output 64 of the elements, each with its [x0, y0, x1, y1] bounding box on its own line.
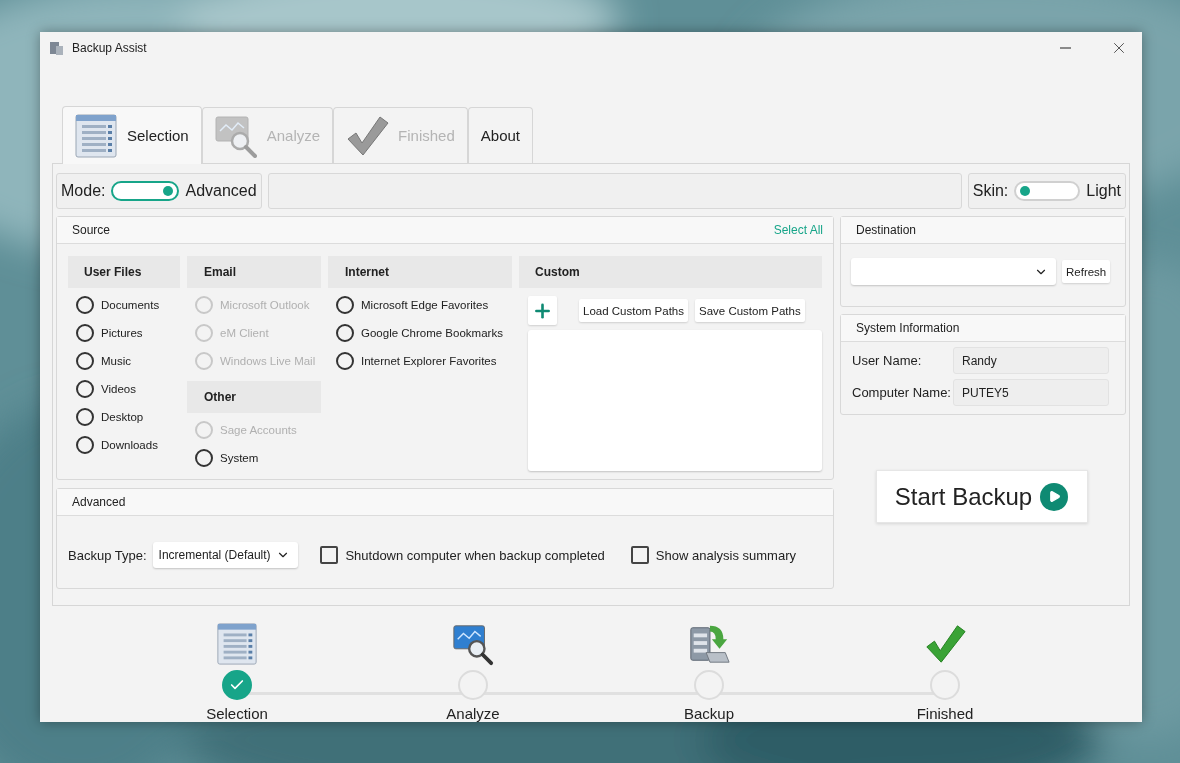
- radio-button[interactable]: [76, 324, 94, 343]
- field-label: Computer Name:: [852, 385, 952, 401]
- group-header: Internet: [328, 256, 512, 289]
- radio-button[interactable]: [76, 436, 94, 455]
- field-label: User Name:: [852, 353, 923, 369]
- checkmark-icon: [923, 622, 967, 666]
- radio-option[interactable]: Desktop: [68, 403, 180, 432]
- radio-button[interactable]: [76, 296, 94, 315]
- custom-paths-button[interactable]: Load Custom Paths: [579, 299, 688, 323]
- panel-title: Destination: [856, 223, 917, 238]
- checkbox-label: Shutdown computer when backup completed: [345, 547, 605, 563]
- step-label: Backup: [683, 705, 734, 722]
- radio-button[interactable]: [336, 324, 354, 343]
- info-field: Randy: [953, 347, 1109, 375]
- radio-option[interactable]: System: [187, 444, 321, 473]
- radio-option[interactable]: Google Chrome Bookmarks: [328, 319, 512, 348]
- radio-button[interactable]: [76, 380, 94, 399]
- radio-option[interactable]: Downloads: [68, 431, 180, 460]
- list-window-icon: [215, 622, 259, 666]
- group-header: User Files: [68, 256, 180, 289]
- toggle-switch[interactable]: [1014, 181, 1081, 202]
- checkbox[interactable]: [320, 546, 339, 565]
- minimize-icon: [1059, 47, 1071, 49]
- radio-option[interactable]: Music: [68, 347, 180, 376]
- radio-option[interactable]: Internet Explorer Favorites: [328, 347, 512, 376]
- play-icon: [1040, 482, 1069, 511]
- radio-option[interactable]: Videos: [68, 375, 180, 404]
- radio-button[interactable]: [76, 408, 94, 427]
- monitor-magnifier-icon: [451, 622, 495, 666]
- toggle-label: Skin:: [972, 182, 1009, 201]
- info-field: PUTEY5: [953, 379, 1109, 407]
- group-header: Custom: [519, 256, 822, 289]
- radio-option[interactable]: Documents: [68, 291, 180, 320]
- custom-paths-button[interactable]: Save Custom Paths: [695, 299, 805, 323]
- radio-option[interactable]: Pictures: [68, 319, 180, 348]
- window-title: Backup Assist: [72, 41, 148, 55]
- panel-title: System Information: [856, 321, 960, 336]
- toggle-switch[interactable]: [111, 181, 180, 202]
- tab[interactable]: Selection: [62, 106, 202, 165]
- toggle-value: Light: [1086, 182, 1121, 201]
- group-header: Other: [187, 381, 321, 414]
- step-label: Analyze: [446, 705, 500, 722]
- add-button[interactable]: [528, 296, 557, 326]
- checkbox[interactable]: [630, 546, 649, 565]
- panel-title: Advanced: [72, 495, 126, 510]
- list-window-icon: [73, 112, 119, 159]
- checkbox-label: Show analysis summary: [655, 547, 796, 563]
- step-label: Finished: [916, 705, 974, 722]
- radio-option[interactable]: Microsoft Edge Favorites: [328, 291, 512, 320]
- refresh-button[interactable]: Refresh: [1062, 260, 1111, 284]
- radio-button[interactable]: [336, 296, 354, 315]
- toggle-label: Mode:: [61, 182, 106, 201]
- field-label: Backup Type:: [68, 547, 147, 563]
- start-backup-button[interactable]: Start Backup: [875, 470, 1088, 524]
- radio-button[interactable]: [336, 352, 354, 371]
- panel-title: Source: [72, 223, 111, 238]
- toggle-value: Advanced: [185, 182, 257, 201]
- backup-type-dropdown[interactable]: Incremental (Default): [152, 542, 299, 569]
- tab[interactable]: About: [467, 107, 533, 164]
- radio-button[interactable]: [76, 352, 94, 371]
- radio-button[interactable]: [195, 449, 213, 468]
- app-icon: [48, 40, 64, 56]
- step-label: Selection: [206, 705, 268, 722]
- group-header: Email: [187, 256, 321, 289]
